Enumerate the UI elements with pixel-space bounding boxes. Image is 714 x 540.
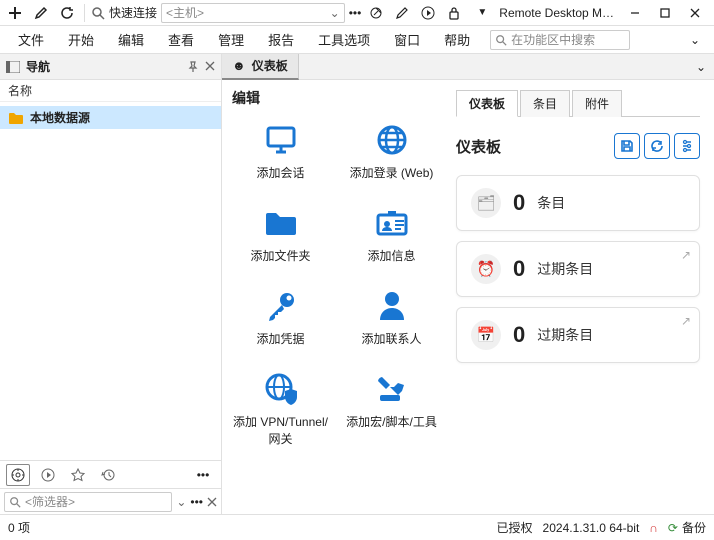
card-expired-2[interactable]: ↗ 📅 0 过期条目 [456,307,700,363]
id-card-icon [374,205,410,241]
add-info-button[interactable]: 添加信息 [339,201,444,268]
dashboard-icon: ☻ [232,58,246,73]
dash-tab-entries[interactable]: 条目 [520,90,570,117]
search-icon [9,496,21,508]
menu-report[interactable]: 报告 [258,26,304,53]
folder-icon [8,111,24,125]
backup-icon: ⟳ [668,521,678,535]
tab-dashboard[interactable]: ☻ 仪表板 [222,54,299,80]
menu-tools[interactable]: 工具选项 [308,26,380,53]
nav-title: 导航 [26,58,50,75]
filter-chevron-icon[interactable]: ⌄ [176,495,186,509]
panel-icon [6,61,20,73]
add-credential-button[interactable]: 添加凭据 [228,284,333,351]
new-icon[interactable] [4,2,26,24]
status-licensed: 已授权 [497,519,533,536]
status-connection[interactable]: ∩ [649,521,658,535]
refresh-icon[interactable] [56,2,78,24]
add-web-login-button[interactable]: 添加登录 (Web) [339,118,444,185]
person-icon [374,288,410,324]
globe-shield-icon [263,371,299,407]
more-icon[interactable]: ••• [349,6,362,20]
add-macro-button[interactable]: 添加宏/脚本/工具 [339,367,444,451]
globe-icon [374,122,410,158]
play-icon[interactable] [417,2,439,24]
more-tab-button[interactable]: ••• [191,464,215,486]
dash-tab-dashboard[interactable]: 仪表板 [456,90,518,117]
calendar-icon: 📅 [471,320,501,350]
folder-icon [263,205,299,241]
settings-button[interactable] [674,133,700,159]
target-icon[interactable] [365,2,387,24]
add-contact-button[interactable]: 添加联系人 [339,284,444,351]
nav-column-header[interactable]: 名称 [0,80,221,102]
host-input[interactable]: <主机> ⌄ [161,3,345,23]
status-backup[interactable]: ⟳备份 [668,519,706,536]
open-link-icon[interactable]: ↗ [681,248,691,262]
menu-manage[interactable]: 管理 [208,26,254,53]
status-items: 0 项 [8,519,30,536]
menu-edit[interactable]: 编辑 [108,26,154,53]
add-session-button[interactable]: 添加会话 [228,118,333,185]
status-version: 2024.1.31.0 64-bit [543,521,640,535]
separator [84,4,85,22]
search-icon [91,6,105,20]
edit-icon[interactable] [30,2,52,24]
app-title: Remote Desktop M… [499,6,614,20]
quick-connect-label: 快速连接 [109,4,157,21]
filter-input[interactable]: <筛选器> [4,492,172,512]
dropdown-icon[interactable]: ▼ [471,2,493,24]
pin-icon[interactable] [187,61,199,73]
menu-view[interactable]: 查看 [158,26,204,53]
menu-file[interactable]: 文件 [8,26,54,53]
tools-icon [374,371,410,407]
ribbon-search-input[interactable]: 在功能区中搜索 [490,30,630,50]
maximize-button[interactable] [650,2,680,24]
quick-edit-icon[interactable] [391,2,413,24]
lock-icon[interactable] [443,2,465,24]
key-icon [263,288,299,324]
dashboard-title: 仪表板 [456,136,501,157]
dash-tab-attach[interactable]: 附件 [572,90,622,117]
close-button[interactable] [680,2,710,24]
tree-item-local-datasource[interactable]: 本地数据源 [0,106,221,129]
menu-help[interactable]: 帮助 [434,26,480,53]
ribbon-chevron-icon[interactable]: ⌄ [684,33,706,47]
magnet-icon: ∩ [649,521,658,535]
card-entries[interactable]: 🗂 0 条目 [456,175,700,231]
close-icon[interactable] [205,61,215,73]
recent-tab-button[interactable] [96,464,120,486]
monitor-icon [263,122,299,158]
filter-close-icon[interactable] [207,497,217,507]
edit-section-title: 编辑 [222,88,450,118]
card-expired-1[interactable]: ↗ ⏰ 0 过期条目 [456,241,700,297]
clock-icon: ⏰ [471,254,501,284]
search-icon [495,34,507,46]
tab-chevron-icon[interactable]: ⌄ [688,60,714,74]
play-tab-button[interactable] [36,464,60,486]
menu-start[interactable]: 开始 [58,26,104,53]
favorites-tab-button[interactable] [66,464,90,486]
add-vpn-button[interactable]: 添加 VPN/Tunnel/网关 [228,367,333,451]
entries-icon: 🗂 [471,188,501,218]
tree-item-label: 本地数据源 [30,109,90,126]
open-link-icon[interactable]: ↗ [681,314,691,328]
chevron-down-icon[interactable]: ⌄ [330,6,340,20]
minimize-button[interactable] [620,2,650,24]
vault-tab-button[interactable] [6,464,30,486]
add-folder-button[interactable]: 添加文件夹 [228,201,333,268]
more-icon[interactable]: ••• [190,495,203,509]
save-button[interactable] [614,133,640,159]
refresh-button[interactable] [644,133,670,159]
menu-window[interactable]: 窗口 [384,26,430,53]
